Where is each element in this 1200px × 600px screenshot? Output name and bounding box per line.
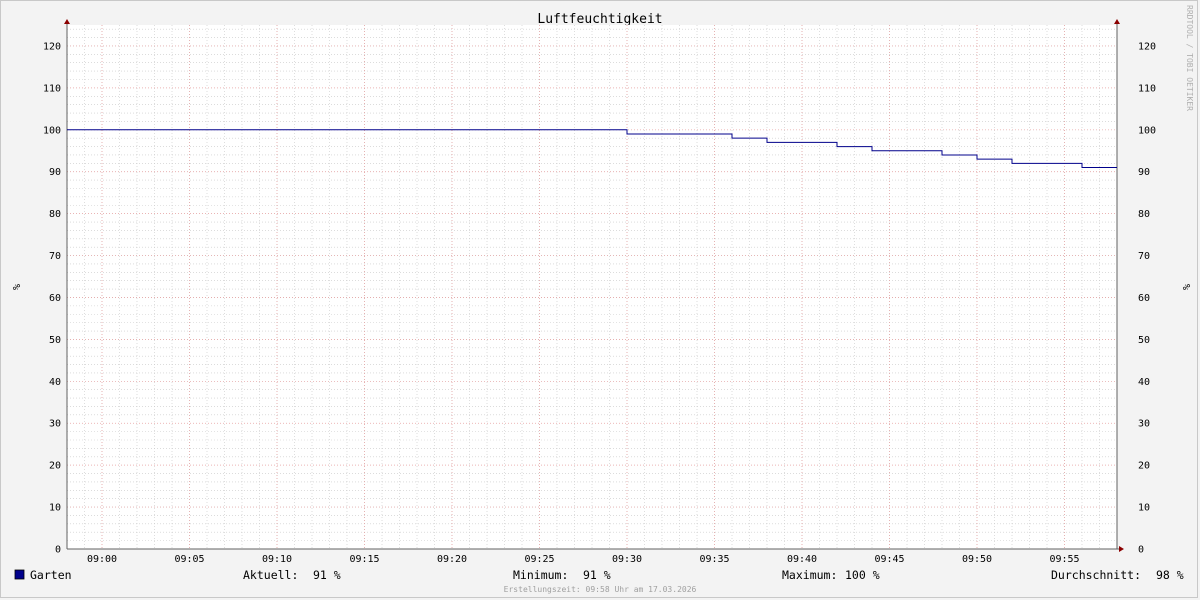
y-tick-label-right: 80 bbox=[1138, 209, 1150, 220]
y-tick-label-left: 110 bbox=[43, 83, 61, 94]
x-tick-label: 09:35 bbox=[699, 554, 729, 565]
y-tick-label-right: 20 bbox=[1138, 461, 1150, 472]
y-tick-label-right: 40 bbox=[1138, 377, 1150, 388]
y-tick-label-right: 70 bbox=[1138, 251, 1150, 262]
y-axis-left-arrow bbox=[64, 19, 70, 24]
legend-swatch-garten bbox=[14, 569, 25, 580]
y-tick-label-left: 90 bbox=[49, 167, 61, 178]
legend-current-value: 91 % bbox=[313, 568, 341, 582]
x-tick-label: 09:50 bbox=[962, 554, 992, 565]
legend: Garten Aktuell: 91 % Minimum: 91 % Maxim… bbox=[14, 568, 1184, 582]
x-tick-label: 09:30 bbox=[612, 554, 642, 565]
chart-title: Luftfeuchtigkeit bbox=[537, 12, 662, 27]
x-tick-label: 09:55 bbox=[1049, 554, 1079, 565]
legend-current-label: Aktuell: bbox=[243, 568, 298, 582]
legend-min-value: 91 % bbox=[583, 568, 611, 582]
x-tick-label: 09:45 bbox=[874, 554, 904, 565]
y-tick-label-left: 60 bbox=[49, 293, 61, 304]
y-tick-label-right: 100 bbox=[1138, 125, 1156, 136]
y-axis-label-left: % bbox=[10, 284, 21, 290]
x-tick-label: 09:10 bbox=[262, 554, 292, 565]
y-tick-label-left: 10 bbox=[49, 503, 61, 514]
y-tick-label-right: 50 bbox=[1138, 335, 1150, 346]
y-tick-label-left: 30 bbox=[49, 419, 61, 430]
footer-timestamp: Erstellungszeit: 09:58 Uhr am 17.03.2026 bbox=[504, 585, 697, 594]
x-tick-label: 09:25 bbox=[524, 554, 554, 565]
plot-area: 0 10 20 30 40 50 60 70 80 90 100 110 120 0 10 20 30 40 50… bbox=[43, 19, 1156, 565]
humidity-chart: Luftfeuchtigkeit RRDTOOL / TOBI OETIKER … bbox=[10, 5, 1194, 594]
y-tick-label-left: 80 bbox=[49, 209, 61, 220]
x-tick-label: 09:05 bbox=[174, 554, 204, 565]
legend-avg-label: Durchschnitt: bbox=[1051, 568, 1141, 582]
x-tick-label: 09:20 bbox=[437, 554, 467, 565]
x-tick-label: 09:15 bbox=[349, 554, 379, 565]
legend-avg-value: 98 % bbox=[1156, 568, 1184, 582]
y-tick-label-right: 10 bbox=[1138, 503, 1150, 514]
y-tick-label-right: 0 bbox=[1138, 545, 1144, 556]
x-tick-label: 09:00 bbox=[87, 554, 117, 565]
y-tick-label-left: 50 bbox=[49, 335, 61, 346]
y-tick-label-left: 100 bbox=[43, 125, 61, 136]
y-tick-label-right: 110 bbox=[1138, 83, 1156, 94]
y-axis-left-ticks: 0 10 20 30 40 50 60 70 80 90 100 110 120 bbox=[43, 41, 61, 555]
y-tick-label-right: 30 bbox=[1138, 419, 1150, 430]
legend-max-value: 100 % bbox=[845, 568, 880, 582]
y-axis-right-arrow bbox=[1114, 19, 1120, 24]
y-tick-label-right: 120 bbox=[1138, 41, 1156, 52]
legend-series-name: Garten bbox=[30, 568, 72, 582]
y-axis-label-right: % bbox=[1180, 284, 1191, 290]
legend-min-label: Minimum: bbox=[513, 568, 568, 582]
y-tick-label-left: 0 bbox=[55, 545, 61, 556]
x-axis-arrow bbox=[1119, 546, 1124, 552]
x-tick-label: 09:40 bbox=[787, 554, 817, 565]
rrdtool-watermark: RRDTOOL / TOBI OETIKER bbox=[1185, 5, 1194, 111]
y-tick-label-left: 20 bbox=[49, 461, 61, 472]
y-tick-label-left: 120 bbox=[43, 41, 61, 52]
y-tick-label-left: 70 bbox=[49, 251, 61, 262]
y-tick-label-right: 60 bbox=[1138, 293, 1150, 304]
legend-max-label: Maximum: bbox=[782, 568, 837, 582]
y-tick-label-left: 40 bbox=[49, 377, 61, 388]
y-tick-label-right: 90 bbox=[1138, 167, 1150, 178]
y-axis-right-ticks: 0 10 20 30 40 50 60 70 80 90 100 110 120 bbox=[1138, 41, 1156, 555]
x-axis-ticks: 09:00 09:05 09:10 09:15 09:20 09:25 09:30 09:35… bbox=[87, 554, 1080, 565]
